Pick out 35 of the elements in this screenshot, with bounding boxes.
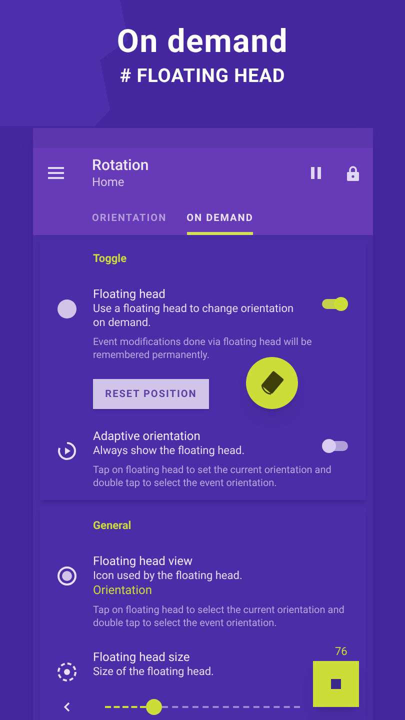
menu-icon xyxy=(48,167,64,179)
reset-position-button[interactable]: RESET POSITION xyxy=(93,379,209,409)
tab[interactable]: ON DEMAND xyxy=(186,211,254,235)
dot-icon xyxy=(56,299,76,319)
setting-note: Tap on floating head to set the current orientation and double tap to select the event orientation. xyxy=(93,464,332,490)
radio-icon xyxy=(56,566,76,586)
chevron-left-icon xyxy=(64,702,70,712)
setting-title: Floating head view xyxy=(93,554,192,569)
setting-title: Adaptive orientation xyxy=(93,429,200,444)
slider-thumb[interactable] xyxy=(146,699,162,715)
setting-summary: Always show the floating head. xyxy=(93,444,246,458)
headline: On demand xyxy=(116,22,288,60)
setting-title: Floating head size xyxy=(93,650,190,665)
toggle-switch[interactable] xyxy=(322,297,348,311)
setting-note: Tap on floating head to select the current orientation and double tap to select the event orientation. xyxy=(93,604,346,630)
setting-summary: Size of the floating head. xyxy=(93,665,215,679)
setting-note: Event modifications done via floating head will be remembered permanently. xyxy=(93,336,313,362)
section-header: General xyxy=(93,518,132,534)
square-icon xyxy=(331,679,341,689)
tab[interactable]: ORIENTATION xyxy=(92,211,167,235)
lock-icon xyxy=(347,166,359,180)
setting-summary: Use a floating head to change orientation on demand. xyxy=(93,302,295,330)
dashed-circle-icon xyxy=(56,662,76,682)
lock-button[interactable] xyxy=(346,166,360,180)
timer-play-icon xyxy=(56,441,76,461)
setting-title: Floating head xyxy=(93,287,166,302)
setting-summary: Icon used by the floating head. xyxy=(93,569,244,583)
pause-icon xyxy=(311,167,321,179)
toggle-switch[interactable] xyxy=(322,439,348,453)
slider-reading: 76 xyxy=(335,646,348,658)
subheadline: # FLOATING HEAD xyxy=(120,64,286,88)
setting-value: Orientation xyxy=(93,583,153,598)
section-header: Toggle xyxy=(93,251,128,267)
app-title: Rotation xyxy=(92,156,150,174)
app-subtitle: Home xyxy=(92,174,126,190)
